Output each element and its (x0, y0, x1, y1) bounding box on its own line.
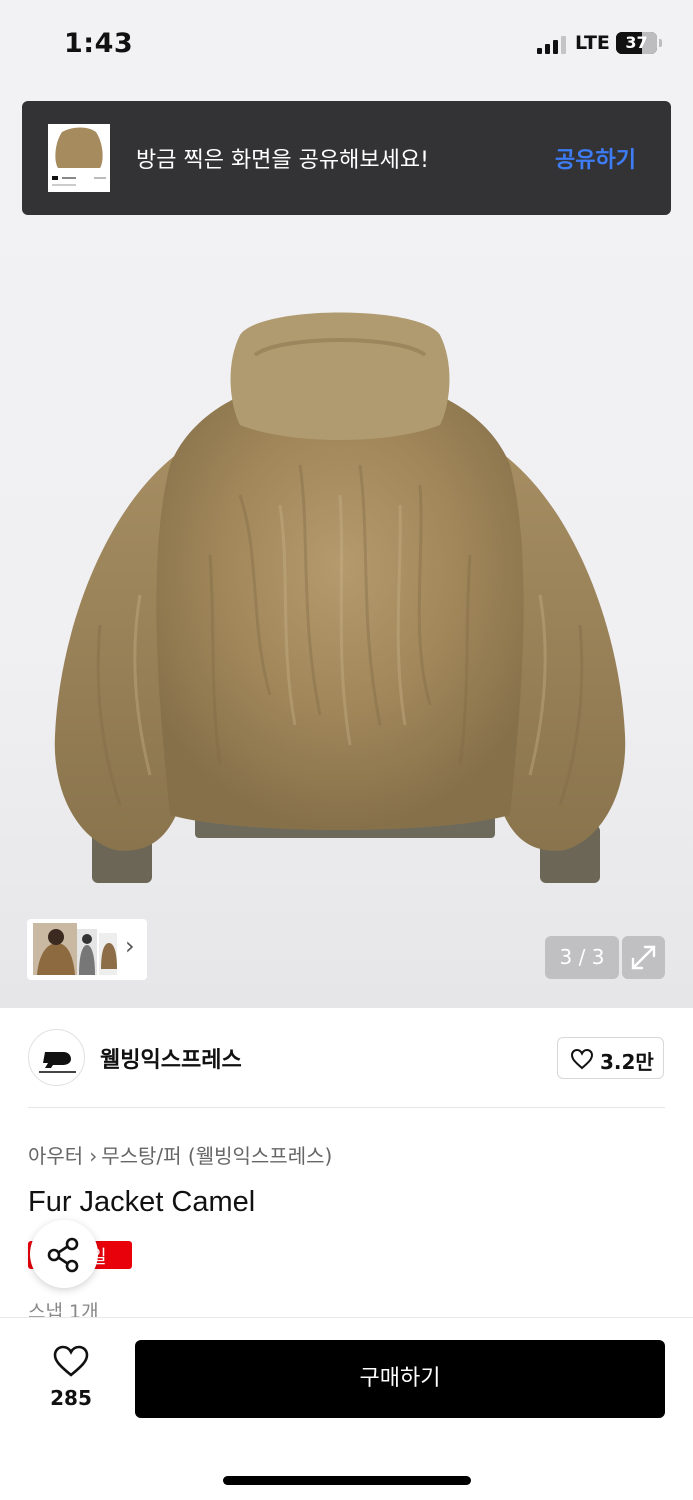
network-type: LTE (575, 32, 610, 54)
battery-icon: 37 (616, 32, 657, 54)
toast-message: 방금 찍은 화면을 공유해보세요! (136, 148, 429, 173)
heart-icon (53, 1345, 89, 1377)
share-toast: 방금 찍은 화면을 공유해보세요! 공유하기 (22, 101, 671, 215)
share-icon (47, 1237, 79, 1273)
buy-button[interactable]: 구매하기 (135, 1340, 665, 1418)
divider (28, 1107, 665, 1108)
signal-icon (537, 36, 567, 54)
battery-level: 37 (625, 33, 648, 52)
wishlist-count: 285 (50, 1386, 92, 1410)
thumbnail-images[interactable] (31, 919, 125, 980)
heart-icon (570, 1048, 594, 1070)
product-title: Fur Jacket Camel (28, 1186, 256, 1218)
brand-like-count: 3.2만 (600, 1050, 654, 1074)
breadcrumb: 아우터 › 무스탕/퍼 (웰빙익스프레스) (28, 1140, 332, 1169)
image-counter: 3 / 3 (545, 936, 619, 979)
home-indicator[interactable] (223, 1476, 471, 1485)
chevron-right-icon[interactable]: › (125, 932, 135, 960)
screenshot-thumbnail[interactable] (48, 124, 110, 192)
brand-like-button[interactable]: 3.2만 (557, 1037, 664, 1079)
status-bar: 1:43 LTE 37 (0, 0, 693, 90)
gallery-thumbnails[interactable]: › (27, 919, 147, 980)
brand-name[interactable]: 웰빙익스프레스 (100, 1042, 242, 1074)
toast-share-button[interactable]: 공유하기 (555, 142, 636, 174)
breadcrumb-category[interactable]: 아우터 (28, 1144, 83, 1168)
chevron-right-icon: › (89, 1144, 98, 1168)
battery-tip (659, 39, 662, 47)
product-image-jacket[interactable] (40, 295, 640, 895)
expand-icon[interactable] (622, 936, 665, 979)
breadcrumb-subcategory[interactable]: 무스탕/퍼 (웰빙익스프레스) (101, 1144, 332, 1168)
brand-logo[interactable] (28, 1029, 85, 1086)
status-time: 1:43 (64, 28, 134, 59)
share-button[interactable] (30, 1220, 98, 1288)
wishlist-button[interactable]: 285 (46, 1344, 96, 1414)
